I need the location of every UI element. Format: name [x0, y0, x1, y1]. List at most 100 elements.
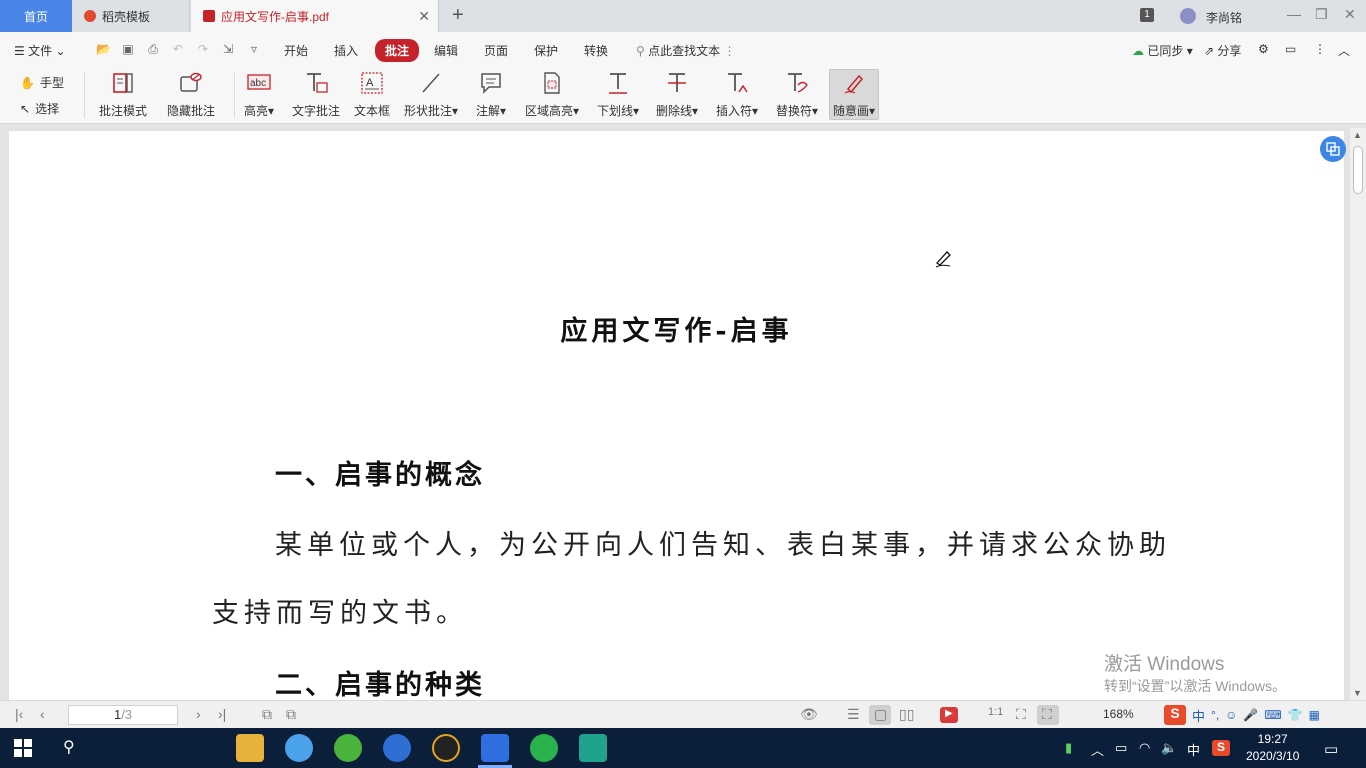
minimize-icon[interactable]: —: [1287, 6, 1301, 22]
textbox-label: 文本框: [354, 104, 391, 118]
vertical-scrollbar[interactable]: ▲ ▼: [1350, 128, 1366, 700]
menu-edit[interactable]: 编辑: [434, 42, 458, 59]
section-heading-types: 二、启事的种类: [275, 670, 485, 701]
browser-360-icon[interactable]: [334, 734, 362, 762]
highlight-button[interactable]: abc 高亮▾: [244, 70, 274, 119]
select-tool[interactable]: ↖ 选择: [20, 100, 59, 117]
menu-insert[interactable]: 插入: [334, 42, 358, 59]
tray-expand-icon[interactable]: ︿: [1091, 740, 1104, 759]
pdf-page[interactable]: 应用文写作-启事 一、启事的概念 某单位或个人，为公开向人们告知、表白某事，并请…: [9, 131, 1344, 701]
fit-width-button[interactable]: ⛶: [1037, 705, 1059, 725]
notification-icon[interactable]: ▭: [1324, 740, 1338, 758]
shape-comment-button[interactable]: 形状批注▾: [404, 70, 458, 119]
tab-home[interactable]: 首页: [0, 0, 72, 32]
new-tab-button[interactable]: +: [452, 4, 464, 27]
area-highlight-button[interactable]: 区域高亮▾: [525, 70, 579, 119]
underline-button[interactable]: 下划线▾: [597, 70, 639, 119]
continuous-view-button[interactable]: ☰: [843, 705, 865, 725]
tab-template[interactable]: 稻壳模板: [72, 0, 190, 32]
file-menu[interactable]: ☰ 文件 ⌄: [14, 42, 66, 59]
play-slideshow-button[interactable]: ▶: [940, 707, 958, 723]
collapse-ribbon-icon[interactable]: ︿: [1338, 42, 1350, 59]
system-clock[interactable]: 19:27 2020/3/10: [1246, 731, 1299, 765]
two-page-view-button[interactable]: ▯▯: [895, 705, 917, 725]
fit-page-icon: ⛶: [1016, 706, 1026, 722]
media-player-icon[interactable]: [432, 734, 460, 762]
hide-comment-button[interactable]: 隐藏批注: [167, 70, 215, 119]
activation-watermark-text: 转到“设置”以激活 Windows。: [1104, 678, 1287, 694]
last-page-icon[interactable]: ›|: [218, 706, 226, 722]
actual-size-icon: 1:1: [988, 706, 1004, 718]
menu-protect[interactable]: 保护: [534, 42, 558, 59]
volume-icon[interactable]: 🔈: [1161, 740, 1177, 756]
next-view-icon[interactable]: ⧉: [286, 706, 296, 723]
share-button[interactable]: ⇗ 分享: [1204, 42, 1241, 59]
tab-document[interactable]: 应用文写作-启事.pdf ✕: [191, 0, 439, 32]
scrollbar-thumb[interactable]: [1353, 146, 1363, 194]
cursor-icon: ↖: [20, 101, 31, 116]
scroll-down-icon[interactable]: ▼: [1353, 688, 1362, 698]
shape-comment-label: 形状批注▾: [404, 104, 459, 118]
settings-icon[interactable]: ⚙: [1258, 42, 1269, 56]
close-tab-icon[interactable]: ✕: [418, 8, 430, 25]
comment-icon[interactable]: ▭: [1285, 42, 1296, 56]
open-icon[interactable]: 📂: [96, 42, 111, 56]
ime-indicator[interactable]: 中: [1187, 740, 1200, 759]
wifi-icon[interactable]: ◠: [1139, 740, 1150, 756]
restore-icon[interactable]: ❐: [1315, 6, 1328, 23]
document-viewport[interactable]: 应用文写作-启事 一、启事的概念 某单位或个人，为公开向人们告知、表白某事，并请…: [0, 124, 1366, 701]
wechat-icon[interactable]: [530, 734, 558, 762]
actual-size-button[interactable]: 1:1: [985, 705, 1007, 725]
first-page-icon[interactable]: |‹: [15, 706, 23, 722]
fit-page-button[interactable]: ⛶: [1011, 705, 1033, 725]
freehand-draw-button[interactable]: 随意画▾: [829, 69, 880, 120]
menu-convert[interactable]: 转换: [584, 42, 608, 59]
file-explorer-icon[interactable]: [236, 734, 264, 762]
wps-icon[interactable]: [481, 734, 509, 762]
note-button[interactable]: 注解▾: [476, 70, 506, 119]
insert-mark-button[interactable]: 插入符▾: [716, 70, 758, 119]
windows-start-icon[interactable]: [14, 739, 32, 760]
undo-icon[interactable]: ↶: [171, 42, 185, 56]
user-name[interactable]: 李尚铭: [1206, 9, 1242, 26]
export-icon[interactable]: ⇲: [221, 42, 235, 56]
taskbar-search-icon[interactable]: ⚲: [63, 737, 75, 757]
redo-icon[interactable]: ↷: [196, 42, 210, 56]
quick-access-dropdown-icon[interactable]: ▿: [247, 42, 261, 56]
battery-charge-icon[interactable]: ▮: [1065, 740, 1072, 756]
floating-convert-button[interactable]: [1320, 136, 1346, 162]
prev-page-icon[interactable]: ‹: [40, 706, 45, 722]
previous-view-icon[interactable]: ⧉: [262, 706, 272, 723]
menu-start[interactable]: 开始: [284, 42, 308, 59]
page-number-input[interactable]: 1/3: [68, 705, 178, 725]
scroll-up-icon[interactable]: ▲: [1353, 130, 1362, 140]
window-count-badge[interactable]: 1: [1140, 8, 1154, 22]
strikethrough-button[interactable]: 删除线▾: [656, 70, 698, 119]
battery-icon[interactable]: ▭: [1115, 740, 1127, 756]
single-page-view-button[interactable]: ▢: [869, 705, 891, 725]
more-icon[interactable]: ⋮: [1314, 42, 1326, 56]
paragraph-line: 某单位或个人，为公开向人们告知、表白某事，并请求公众协助: [275, 530, 1171, 561]
sync-status[interactable]: ☁ 已同步 ▾: [1132, 42, 1193, 59]
next-page-icon[interactable]: ›: [196, 706, 201, 722]
close-window-icon[interactable]: ✕: [1344, 6, 1356, 23]
app-cloud-icon[interactable]: [285, 734, 313, 762]
sogou-tray-icon[interactable]: S: [1212, 740, 1230, 756]
menu-page[interactable]: 页面: [484, 42, 508, 59]
replace-mark-button[interactable]: 替换符▾: [776, 70, 818, 119]
search-box[interactable]: ⚲ 点此查找文本 ⋮: [636, 42, 736, 59]
textbox-button[interactable]: A 文本框: [354, 70, 390, 119]
avatar[interactable]: [1180, 8, 1196, 24]
comment-mode-button[interactable]: 批注模式: [99, 70, 147, 119]
zoom-level[interactable]: 168%: [1103, 707, 1134, 721]
print-icon[interactable]: ⎙: [146, 42, 160, 56]
eye-protection-icon[interactable]: 👁: [800, 706, 818, 723]
hand-tool[interactable]: ✋ 手型: [20, 74, 64, 91]
menu-annotate[interactable]: 批注: [375, 39, 420, 62]
video-editor-icon[interactable]: [579, 734, 607, 762]
ime-toolbar[interactable]: S 中 °, ☺ 🎤 ⌨ 👕 ▦: [1160, 703, 1366, 727]
qq-icon[interactable]: [383, 734, 411, 762]
ribbon-divider: [84, 72, 85, 118]
text-comment-button[interactable]: 文字批注: [292, 70, 340, 119]
save-icon[interactable]: ▣: [121, 42, 135, 56]
